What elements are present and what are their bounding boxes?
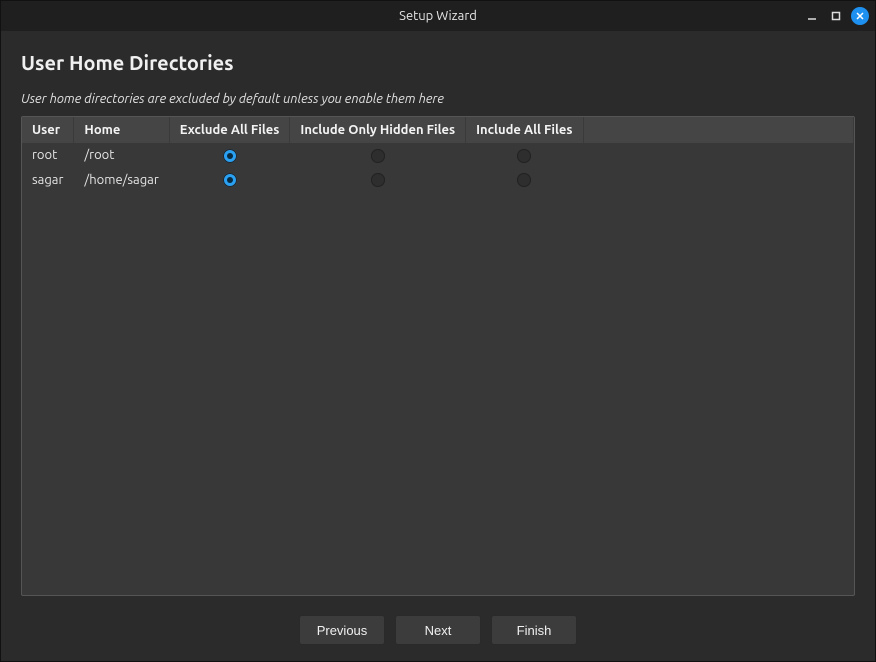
col-exclude-all[interactable]: Exclude All Files	[169, 117, 290, 143]
users-table: User Home Exclude All Files Include Only…	[22, 117, 854, 192]
close-button[interactable]	[851, 7, 869, 25]
radio-include-all[interactable]	[517, 173, 531, 187]
table-row: sagar/home/sagar	[22, 168, 854, 193]
users-table-container: User Home Exclude All Files Include Only…	[21, 116, 855, 596]
col-user[interactable]: User	[22, 117, 74, 143]
radio-exclude-all[interactable]	[223, 173, 237, 187]
table-row: root/root	[22, 143, 854, 168]
minimize-icon	[806, 10, 818, 22]
cell-include-all	[466, 143, 583, 168]
cell-home: /home/sagar	[74, 168, 169, 193]
cell-include-hidden	[290, 168, 466, 193]
finish-button[interactable]: Finish	[491, 615, 577, 645]
cell-include-all	[466, 168, 583, 193]
maximize-button[interactable]	[827, 7, 845, 25]
cell-user: sagar	[22, 168, 74, 193]
cell-home: /root	[74, 143, 169, 168]
cell-spacer	[583, 168, 853, 193]
titlebar: Setup Wizard	[1, 1, 875, 31]
cell-exclude-all	[169, 168, 290, 193]
window-controls	[803, 1, 869, 31]
wizard-footer: Previous Next Finish	[1, 615, 875, 645]
page-title: User Home Directories	[21, 51, 855, 74]
close-icon	[855, 11, 865, 21]
radio-include-all[interactable]	[517, 149, 531, 163]
radio-include-hidden[interactable]	[371, 173, 385, 187]
window-root: Setup Wizard User Home Directories User …	[0, 0, 876, 662]
next-button[interactable]: Next	[395, 615, 481, 645]
window-title: Setup Wizard	[399, 9, 477, 23]
cell-exclude-all	[169, 143, 290, 168]
radio-include-hidden[interactable]	[371, 149, 385, 163]
col-include-all[interactable]: Include All Files	[466, 117, 583, 143]
minimize-button[interactable]	[803, 7, 821, 25]
previous-button[interactable]: Previous	[299, 615, 385, 645]
cell-spacer	[583, 143, 853, 168]
col-include-hidden[interactable]: Include Only Hidden Files	[290, 117, 466, 143]
cell-user: root	[22, 143, 74, 168]
page-subtitle: User home directories are excluded by de…	[21, 92, 855, 106]
col-spacer	[583, 117, 853, 143]
maximize-icon	[830, 10, 842, 22]
cell-include-hidden	[290, 143, 466, 168]
wizard-content: User Home Directories User home director…	[21, 51, 855, 591]
radio-exclude-all[interactable]	[223, 149, 237, 163]
col-home[interactable]: Home	[74, 117, 169, 143]
